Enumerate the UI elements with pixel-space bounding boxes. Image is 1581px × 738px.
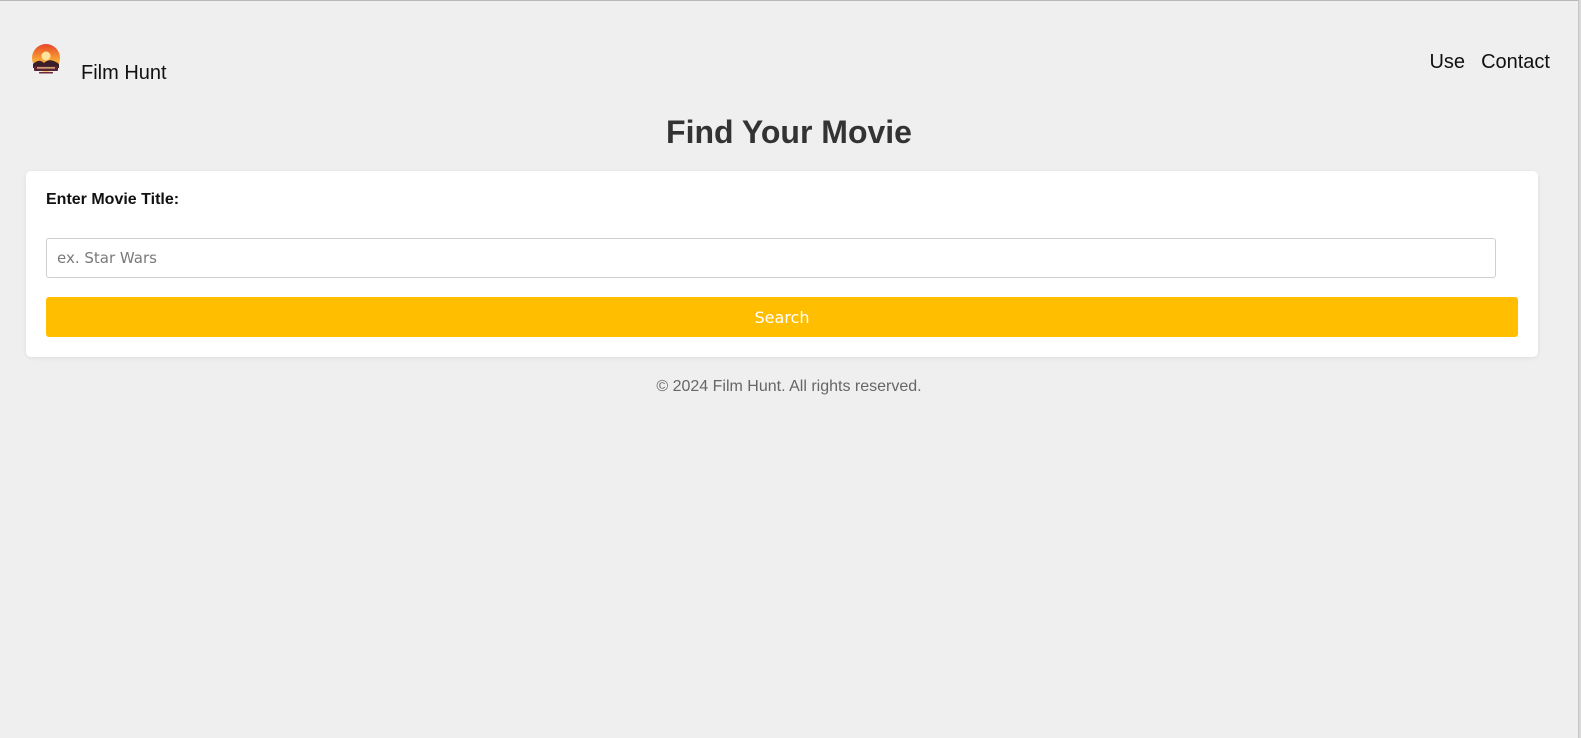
site-header: Film Hunt Use Contact bbox=[0, 0, 1578, 100]
main-nav: Use Contact bbox=[1429, 50, 1550, 74]
search-card: Enter Movie Title: Search bbox=[26, 171, 1538, 357]
movie-title-label: Enter Movie Title: bbox=[46, 191, 180, 208]
nav-link-contact[interactable]: Contact bbox=[1481, 50, 1550, 74]
film-hunt-logo-icon[interactable] bbox=[30, 44, 62, 76]
movie-title-input[interactable] bbox=[46, 238, 1496, 278]
footer-copyright: © 2024 Film Hunt. All rights reserved. bbox=[656, 378, 922, 395]
nav-link-use[interactable]: Use bbox=[1429, 50, 1465, 74]
page-title: Find Your Movie bbox=[666, 114, 912, 150]
search-button[interactable]: Search bbox=[46, 297, 1518, 337]
brand-name[interactable]: Film Hunt bbox=[81, 61, 167, 85]
